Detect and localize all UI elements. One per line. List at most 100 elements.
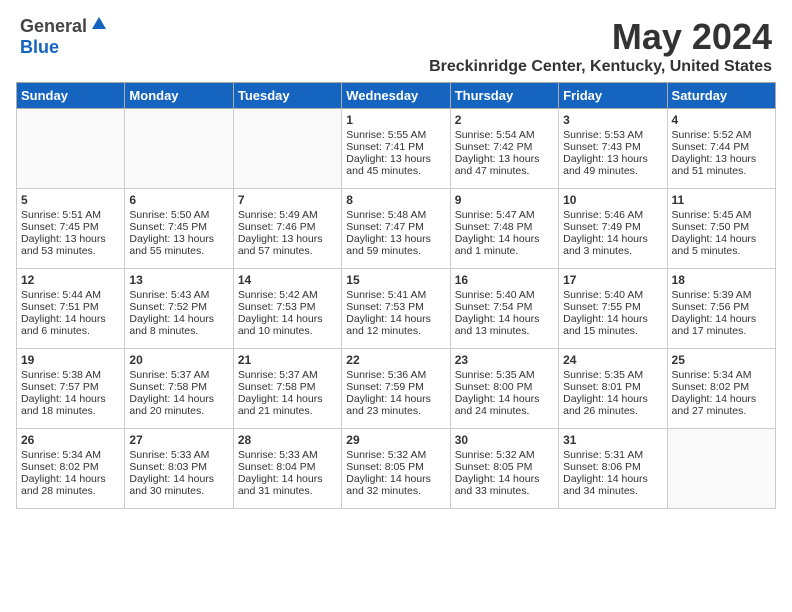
calendar-cell: 20Sunrise: 5:37 AMSunset: 7:58 PMDayligh… xyxy=(125,349,233,429)
calendar-cell: 13Sunrise: 5:43 AMSunset: 7:52 PMDayligh… xyxy=(125,269,233,349)
day-info: Sunrise: 5:37 AM xyxy=(129,369,228,381)
weekday-header-row: SundayMondayTuesdayWednesdayThursdayFrid… xyxy=(17,83,776,109)
day-info: Sunset: 8:02 PM xyxy=(21,461,120,473)
day-info: Sunrise: 5:35 AM xyxy=(455,369,554,381)
day-number: 25 xyxy=(672,353,771,367)
day-info: and 47 minutes. xyxy=(455,165,554,177)
day-info: Daylight: 14 hours xyxy=(455,473,554,485)
day-info: Sunrise: 5:49 AM xyxy=(238,209,337,221)
day-info: Sunset: 8:01 PM xyxy=(563,381,662,393)
day-info: Sunset: 7:42 PM xyxy=(455,141,554,153)
day-info: and 23 minutes. xyxy=(346,405,445,417)
weekday-header-saturday: Saturday xyxy=(667,83,775,109)
day-info: Daylight: 13 hours xyxy=(563,153,662,165)
day-info: Sunset: 7:58 PM xyxy=(129,381,228,393)
day-info: Sunset: 7:59 PM xyxy=(346,381,445,393)
day-info: Daylight: 14 hours xyxy=(346,393,445,405)
day-info: Sunrise: 5:42 AM xyxy=(238,289,337,301)
logo-triangle-icon xyxy=(91,15,107,36)
day-info: Daylight: 14 hours xyxy=(563,313,662,325)
day-info: Daylight: 13 hours xyxy=(455,153,554,165)
day-info: Sunrise: 5:54 AM xyxy=(455,129,554,141)
day-info: Daylight: 14 hours xyxy=(238,313,337,325)
day-info: and 51 minutes. xyxy=(672,165,771,177)
day-info: Daylight: 14 hours xyxy=(563,233,662,245)
day-info: Sunrise: 5:44 AM xyxy=(21,289,120,301)
calendar-cell: 7Sunrise: 5:49 AMSunset: 7:46 PMDaylight… xyxy=(233,189,341,269)
day-info: Sunrise: 5:40 AM xyxy=(455,289,554,301)
day-info: Sunrise: 5:36 AM xyxy=(346,369,445,381)
day-info: Sunset: 8:05 PM xyxy=(455,461,554,473)
month-title: May 2024 xyxy=(429,16,772,58)
day-number: 23 xyxy=(455,353,554,367)
calendar-cell: 12Sunrise: 5:44 AMSunset: 7:51 PMDayligh… xyxy=(17,269,125,349)
day-info: and 55 minutes. xyxy=(129,245,228,257)
day-number: 19 xyxy=(21,353,120,367)
calendar-cell: 27Sunrise: 5:33 AMSunset: 8:03 PMDayligh… xyxy=(125,429,233,509)
day-info: Sunset: 8:04 PM xyxy=(238,461,337,473)
day-info: Sunrise: 5:34 AM xyxy=(672,369,771,381)
calendar-cell: 1Sunrise: 5:55 AMSunset: 7:41 PMDaylight… xyxy=(342,109,450,189)
day-number: 30 xyxy=(455,433,554,447)
day-info: Sunset: 7:45 PM xyxy=(21,221,120,233)
day-info: Sunrise: 5:35 AM xyxy=(563,369,662,381)
week-row-5: 26Sunrise: 5:34 AMSunset: 8:02 PMDayligh… xyxy=(17,429,776,509)
weekday-header-friday: Friday xyxy=(559,83,667,109)
day-info: Sunrise: 5:31 AM xyxy=(563,449,662,461)
day-info: Daylight: 14 hours xyxy=(129,473,228,485)
day-info: Daylight: 13 hours xyxy=(21,233,120,245)
day-info: Sunset: 7:50 PM xyxy=(672,221,771,233)
calendar-cell: 10Sunrise: 5:46 AMSunset: 7:49 PMDayligh… xyxy=(559,189,667,269)
day-info: and 6 minutes. xyxy=(21,325,120,337)
day-info: Daylight: 14 hours xyxy=(238,473,337,485)
day-number: 10 xyxy=(563,193,662,207)
day-info: Sunset: 7:51 PM xyxy=(21,301,120,313)
day-info: Sunset: 8:05 PM xyxy=(346,461,445,473)
day-number: 24 xyxy=(563,353,662,367)
day-number: 8 xyxy=(346,193,445,207)
day-info: Daylight: 14 hours xyxy=(129,313,228,325)
calendar-cell: 16Sunrise: 5:40 AMSunset: 7:54 PMDayligh… xyxy=(450,269,558,349)
calendar-cell: 28Sunrise: 5:33 AMSunset: 8:04 PMDayligh… xyxy=(233,429,341,509)
day-info: Sunset: 7:44 PM xyxy=(672,141,771,153)
day-info: Sunset: 7:53 PM xyxy=(346,301,445,313)
day-info: Sunrise: 5:33 AM xyxy=(129,449,228,461)
day-info: Daylight: 13 hours xyxy=(346,153,445,165)
calendar-cell xyxy=(667,429,775,509)
calendar-cell xyxy=(125,109,233,189)
day-info: Sunrise: 5:34 AM xyxy=(21,449,120,461)
day-info: Sunset: 7:52 PM xyxy=(129,301,228,313)
day-number: 22 xyxy=(346,353,445,367)
day-info: and 10 minutes. xyxy=(238,325,337,337)
day-number: 18 xyxy=(672,273,771,287)
day-number: 1 xyxy=(346,113,445,127)
calendar-cell: 14Sunrise: 5:42 AMSunset: 7:53 PMDayligh… xyxy=(233,269,341,349)
day-number: 9 xyxy=(455,193,554,207)
day-info: Daylight: 14 hours xyxy=(672,393,771,405)
day-number: 15 xyxy=(346,273,445,287)
weekday-header-wednesday: Wednesday xyxy=(342,83,450,109)
calendar-table: SundayMondayTuesdayWednesdayThursdayFrid… xyxy=(16,82,776,509)
day-info: Sunset: 7:58 PM xyxy=(238,381,337,393)
day-info: and 20 minutes. xyxy=(129,405,228,417)
day-number: 6 xyxy=(129,193,228,207)
calendar-cell: 18Sunrise: 5:39 AMSunset: 7:56 PMDayligh… xyxy=(667,269,775,349)
day-info: and 59 minutes. xyxy=(346,245,445,257)
day-info: Daylight: 14 hours xyxy=(346,473,445,485)
day-info: and 45 minutes. xyxy=(346,165,445,177)
day-number: 13 xyxy=(129,273,228,287)
day-info: and 8 minutes. xyxy=(129,325,228,337)
calendar-cell: 29Sunrise: 5:32 AMSunset: 8:05 PMDayligh… xyxy=(342,429,450,509)
day-info: and 53 minutes. xyxy=(21,245,120,257)
day-info: and 57 minutes. xyxy=(238,245,337,257)
calendar-wrapper: SundayMondayTuesdayWednesdayThursdayFrid… xyxy=(0,82,792,519)
calendar-cell: 6Sunrise: 5:50 AMSunset: 7:45 PMDaylight… xyxy=(125,189,233,269)
day-info: and 3 minutes. xyxy=(563,245,662,257)
calendar-cell: 5Sunrise: 5:51 AMSunset: 7:45 PMDaylight… xyxy=(17,189,125,269)
calendar-cell xyxy=(17,109,125,189)
day-info: Sunset: 7:54 PM xyxy=(455,301,554,313)
day-info: Sunrise: 5:51 AM xyxy=(21,209,120,221)
week-row-4: 19Sunrise: 5:38 AMSunset: 7:57 PMDayligh… xyxy=(17,349,776,429)
weekday-header-tuesday: Tuesday xyxy=(233,83,341,109)
day-info: Sunset: 7:55 PM xyxy=(563,301,662,313)
